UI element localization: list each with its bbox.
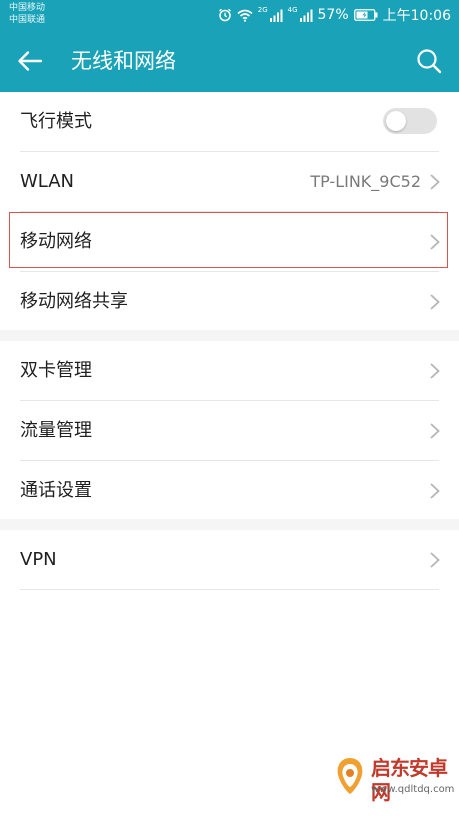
search-icon — [417, 49, 442, 74]
dual-sim-row[interactable]: 双卡管理 — [0, 341, 459, 401]
divider — [20, 589, 439, 590]
back-button[interactable] — [12, 43, 48, 79]
carrier-labels: 中国移动 中国联通 — [9, 2, 45, 26]
call-settings-label: 通话设置 — [20, 480, 92, 501]
battery-icon — [353, 9, 378, 21]
dual-sim-label: 双卡管理 — [20, 360, 92, 381]
sim2-network-tag: 4G — [287, 6, 298, 14]
chevron-right-icon — [430, 174, 440, 190]
wlan-label: WLAN — [20, 171, 75, 192]
clock: 上午10:06 — [382, 8, 451, 24]
carrier-2: 中国联通 — [9, 15, 46, 25]
settings-group-network: 飞行模式 WLAN TP-LINK_9C52 移动网络 移动网络共享 — [0, 92, 459, 330]
chevron-right-icon — [430, 234, 440, 250]
watermark-url: www.qdltdq.com — [371, 784, 455, 795]
app-bar: 无线和网络 — [0, 30, 459, 92]
wifi-icon — [237, 9, 253, 22]
search-button[interactable] — [411, 43, 447, 79]
watermark: 启东安卓网 www.qdltdq.com — [333, 754, 457, 814]
chevron-right-icon — [430, 294, 440, 310]
airplane-mode-toggle[interactable] — [383, 108, 437, 134]
settings-group-sim: 双卡管理 流量管理 通话设置 — [0, 341, 459, 519]
vpn-row[interactable]: VPN — [0, 530, 459, 590]
status-icons: 2G 4G 57% 上午10:06 — [218, 5, 451, 25]
airplane-mode-label: 飞行模式 — [20, 111, 92, 132]
vpn-label: VPN — [20, 549, 57, 570]
tethering-label: 移动网络共享 — [20, 291, 128, 312]
data-usage-label: 流量管理 — [20, 420, 92, 441]
battery-percent: 57% — [317, 7, 349, 23]
mobile-network-row[interactable]: 移动网络 — [0, 212, 459, 272]
page-title: 无线和网络 — [71, 49, 176, 73]
watermark-logo-icon — [337, 758, 363, 794]
alarm-icon — [218, 8, 231, 22]
mobile-network-label: 移动网络 — [20, 231, 92, 252]
sim1-network-tag: 2G — [257, 6, 268, 14]
signal-sim1-icon — [269, 9, 283, 22]
wlan-row[interactable]: WLAN TP-LINK_9C52 — [0, 152, 459, 212]
carrier-1: 中国移动 — [9, 3, 46, 13]
wlan-network-name: TP-LINK_9C52 — [310, 172, 421, 191]
chevron-right-icon — [430, 483, 440, 499]
signal-sim2-icon — [299, 9, 313, 22]
chevron-right-icon — [430, 363, 440, 379]
call-settings-row[interactable]: 通话设置 — [0, 461, 459, 521]
arrow-back-icon — [18, 51, 43, 71]
airplane-mode-row[interactable]: 飞行模式 — [0, 92, 459, 152]
chevron-right-icon — [430, 423, 440, 439]
watermark-name: 启东安卓网 — [371, 756, 448, 804]
data-usage-row[interactable]: 流量管理 — [0, 401, 459, 461]
toggle-knob — [386, 111, 406, 131]
tethering-row[interactable]: 移动网络共享 — [0, 272, 459, 332]
status-bar: 中国移动 中国联通 2G 4G 57% 上午10:06 — [0, 0, 459, 30]
chevron-right-icon — [430, 552, 440, 568]
